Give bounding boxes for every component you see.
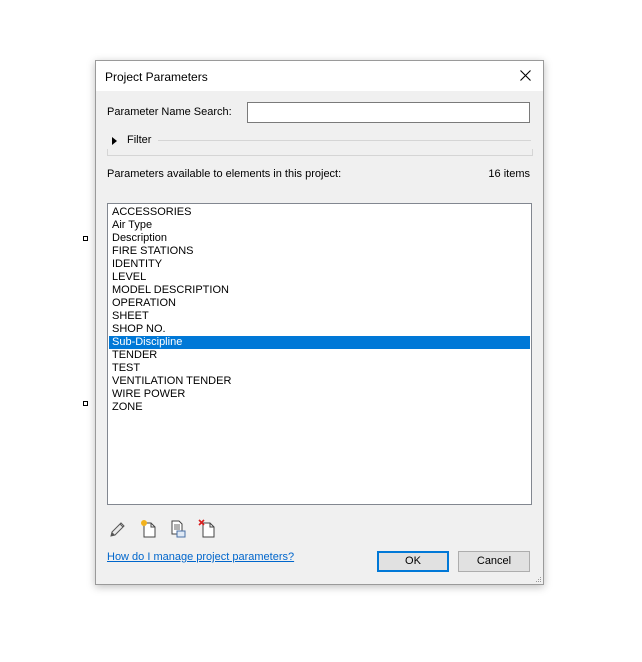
resize-grip-icon[interactable] — [534, 575, 542, 583]
copy-parameter-icon — [171, 520, 186, 538]
list-item[interactable]: TENDER — [109, 349, 530, 362]
list-item[interactable]: IDENTITY — [109, 258, 530, 271]
import-parameter-button[interactable] — [168, 519, 188, 539]
filter-panel — [107, 149, 533, 156]
add-parameter-button[interactable] — [139, 519, 159, 539]
list-item[interactable]: SHEET — [109, 310, 530, 323]
remove-parameter-button[interactable] — [198, 519, 218, 539]
edit-pencil-icon — [110, 522, 125, 537]
list-item[interactable]: MODEL DESCRIPTION — [109, 284, 530, 297]
resize-handle-left-lower[interactable] — [83, 401, 88, 406]
list-item[interactable]: TEST — [109, 362, 530, 375]
filter-expand-icon[interactable] — [112, 137, 117, 145]
dialog-title: Project Parameters — [105, 70, 208, 84]
list-item[interactable]: LEVEL — [109, 271, 530, 284]
ok-button[interactable]: OK — [377, 551, 449, 572]
delete-parameter-icon — [198, 519, 215, 538]
item-count: 16 items — [488, 168, 530, 180]
title-bar: Project Parameters — [96, 61, 543, 91]
list-item[interactable]: Sub-Discipline — [109, 336, 530, 349]
available-parameters-label: Parameters available to elements in this… — [107, 168, 342, 180]
filter-toggle[interactable]: Filter — [127, 134, 151, 146]
modify-parameter-button[interactable] — [108, 519, 128, 539]
search-label: Parameter Name Search: — [107, 106, 232, 118]
list-item[interactable]: VENTILATION TENDER — [109, 375, 530, 388]
list-item[interactable]: ZONE — [109, 401, 530, 414]
filter-divider — [158, 140, 531, 141]
list-item[interactable]: SHOP NO. — [109, 323, 530, 336]
list-item[interactable]: FIRE STATIONS — [109, 245, 530, 258]
help-link[interactable]: How do I manage project parameters? — [107, 551, 294, 563]
list-item[interactable]: WIRE POWER — [109, 388, 530, 401]
parameter-name-search-input[interactable] — [247, 102, 530, 123]
project-parameters-dialog: Project Parameters Parameter Name Search… — [95, 60, 544, 585]
list-item[interactable]: ACCESSORIES — [109, 206, 530, 219]
parameters-list[interactable]: ACCESSORIES Air Type Description FIRE STATI… — [107, 203, 532, 505]
cancel-button[interactable]: Cancel — [458, 551, 530, 572]
resize-handle-left-upper[interactable] — [83, 236, 88, 241]
list-item[interactable]: OPERATION — [109, 297, 530, 310]
close-button[interactable] — [507, 61, 543, 91]
new-parameter-icon — [141, 520, 156, 538]
list-item[interactable]: Air Type — [109, 219, 530, 232]
list-item[interactable]: Description — [109, 232, 530, 245]
close-icon — [520, 70, 531, 81]
